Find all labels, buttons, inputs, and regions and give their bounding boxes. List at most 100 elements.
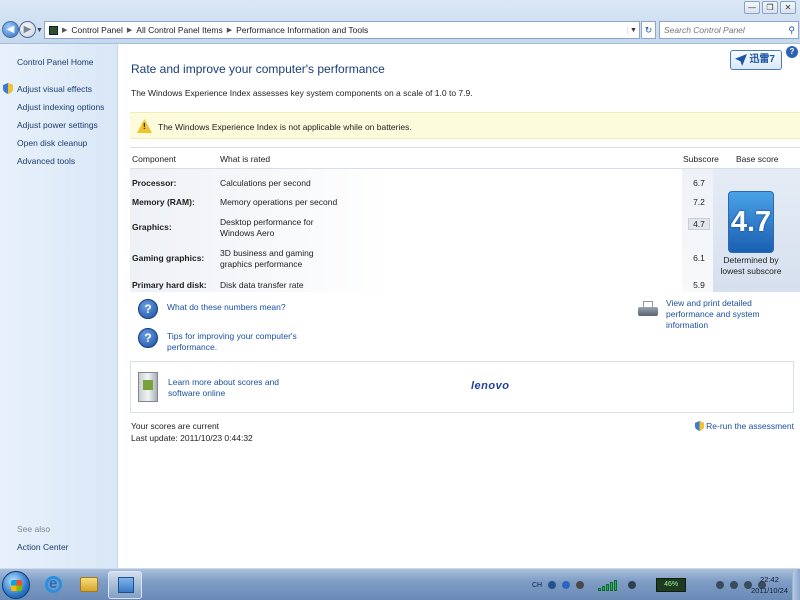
main-content: ? 迅雷7 Rate and improve your computer's p… xyxy=(118,44,800,568)
refresh-button[interactable]: ↻ xyxy=(641,21,656,39)
refresh-icon: ↻ xyxy=(644,25,653,35)
what-rated: 3D business and gaming graphics performa… xyxy=(220,248,314,269)
shield-icon xyxy=(695,421,705,431)
search-box[interactable]: ⚲ xyxy=(659,21,799,39)
page-title: Rate and improve your computer's perform… xyxy=(131,62,385,76)
window-chrome: — ❐ ✕ ◀ ▶ ▼ ▶ Control Panel ▶ All Contro… xyxy=(0,0,800,44)
nav-open-disk-cleanup[interactable]: Open disk cleanup xyxy=(17,138,104,156)
printer-icon xyxy=(638,301,658,319)
left-nav-pane: Control Panel Home Adjust visual effects… xyxy=(0,44,118,568)
xunlei-bird-icon xyxy=(735,54,747,66)
subscore-value: 5.9 xyxy=(693,280,705,290)
component-name: Primary hard disk: xyxy=(132,280,207,290)
restore-button[interactable]: ❐ xyxy=(762,1,778,14)
nav-adjust-indexing[interactable]: Adjust indexing options xyxy=(17,102,104,120)
control-panel-icon xyxy=(49,25,58,35)
what-rated: Memory operations per second xyxy=(220,197,338,207)
learn-more-link[interactable]: Learn more about scores and software onl… xyxy=(168,377,298,399)
component-name: Memory (RAM): xyxy=(132,197,195,207)
task-list: Adjust visual effects Adjust indexing op… xyxy=(3,83,104,174)
start-button[interactable] xyxy=(2,571,30,599)
window-controls: — ❐ ✕ xyxy=(744,1,796,14)
clock-date: 2011/10/24 xyxy=(751,586,788,595)
table-header: Component What is rated Subscore Base sc… xyxy=(130,147,800,169)
header-component: Component xyxy=(132,154,176,164)
chevron-down-icon: ▼ xyxy=(36,27,43,34)
tips-row[interactable]: ? Tips for improving your computer's per… xyxy=(138,328,297,353)
see-also-heading: See also xyxy=(17,524,51,534)
arrow-left-icon: ◀ xyxy=(6,24,15,35)
subscore-value: 6.7 xyxy=(693,178,705,188)
control-panel-icon xyxy=(118,577,134,593)
clock-time: 22:42 xyxy=(760,575,779,584)
back-button[interactable]: ◀ xyxy=(2,21,19,38)
search-input[interactable] xyxy=(664,25,782,35)
folder-icon xyxy=(80,577,98,592)
flag-icon[interactable] xyxy=(716,581,725,589)
close-button[interactable]: ✕ xyxy=(780,1,796,14)
print-row[interactable]: View and print detailed performance and … xyxy=(638,298,796,331)
component-name: Gaming graphics: xyxy=(132,253,205,263)
what-rated: Disk data transfer rate xyxy=(220,280,304,290)
taskbar: CH 46% 22:42 2011/10/24 xyxy=(0,568,800,600)
question-icon: ? xyxy=(138,299,158,319)
subscore-value: 7.2 xyxy=(693,197,705,207)
control-panel-home-link[interactable]: Control Panel Home xyxy=(17,57,94,67)
subscore-value: 6.1 xyxy=(693,253,705,263)
xunlei-badge[interactable]: 迅雷7 xyxy=(730,50,782,70)
antenna-icon[interactable] xyxy=(628,581,637,589)
chevron-right-icon[interactable]: ▶ xyxy=(127,26,132,34)
lenovo-logo: lenovo xyxy=(471,380,510,392)
header-base-score: Base score xyxy=(736,154,779,164)
nav-advanced-tools[interactable]: Advanced tools xyxy=(17,156,104,174)
breadcrumb-performance[interactable]: Performance Information and Tools xyxy=(236,25,368,35)
intro-text: The Windows Experience Index assesses ke… xyxy=(131,88,473,98)
nav-adjust-power[interactable]: Adjust power settings xyxy=(17,120,104,138)
power-icon[interactable] xyxy=(730,581,739,589)
forward-button[interactable]: ▶ xyxy=(19,21,36,38)
breadcrumb-control-panel[interactable]: Control Panel xyxy=(71,25,123,35)
internet-explorer-icon xyxy=(45,575,62,593)
software-box-icon xyxy=(138,372,158,402)
numbers-help-row[interactable]: ? What do these numbers mean? xyxy=(138,299,286,319)
subscore-value-lowest: 4.7 xyxy=(688,218,710,230)
warning-message: The Windows Experience Index is not appl… xyxy=(158,122,412,132)
clock[interactable]: 22:42 2011/10/24 xyxy=(751,574,788,596)
chevron-right-icon[interactable]: ▶ xyxy=(62,26,67,34)
address-bar[interactable]: ▶ Control Panel ▶ All Control Panel Item… xyxy=(44,21,640,39)
header-subscore: Subscore xyxy=(683,154,719,164)
score-table: Component What is rated Subscore Base sc… xyxy=(130,147,800,292)
action-center-link[interactable]: Action Center xyxy=(17,542,69,552)
show-desktop-button[interactable] xyxy=(792,569,800,600)
nav-adjust-visual-effects[interactable]: Adjust visual effects xyxy=(3,83,104,102)
help-icon[interactable]: ? xyxy=(786,46,798,58)
battery-indicator[interactable]: 46% xyxy=(656,578,687,592)
recent-pages-dropdown[interactable]: ▼ xyxy=(36,27,43,34)
nav-item-label: Adjust visual effects xyxy=(17,84,92,94)
question-icon: ? xyxy=(138,328,158,348)
table-body xyxy=(130,169,713,292)
what-numbers-link[interactable]: What do these numbers mean? xyxy=(167,299,286,313)
language-indicator[interactable]: CH xyxy=(532,582,542,589)
last-update-text: Last update: 2011/10/23 0:44:32 xyxy=(131,433,253,443)
taskbar-control-panel[interactable] xyxy=(108,571,142,599)
search-icon[interactable]: ⚲ xyxy=(788,25,795,36)
warning-icon: ! xyxy=(137,119,152,133)
xunlei-label: 迅雷7 xyxy=(749,54,775,65)
address-dropdown-icon[interactable]: ▼ xyxy=(627,26,639,34)
arrow-right-icon: ▶ xyxy=(23,24,32,35)
breadcrumb-all-items[interactable]: All Control Panel Items xyxy=(136,25,222,35)
help-tray-icon[interactable] xyxy=(562,581,571,589)
tips-link[interactable]: Tips for improving your computer's perfo… xyxy=(167,328,297,353)
app-tray-icon[interactable] xyxy=(576,581,585,589)
taskbar-ie[interactable] xyxy=(36,571,70,599)
base-score-note: Determined by lowest subscore xyxy=(720,255,782,276)
view-print-link[interactable]: View and print detailed performance and … xyxy=(666,298,796,331)
taskbar-explorer[interactable] xyxy=(72,571,106,599)
keyboard-icon[interactable] xyxy=(548,581,557,589)
minimize-button[interactable]: — xyxy=(744,1,760,14)
wireless-signal-icon[interactable] xyxy=(598,579,622,591)
rerun-assessment-link[interactable]: Re-run the assessment xyxy=(695,421,794,431)
chevron-right-icon[interactable]: ▶ xyxy=(227,26,232,34)
header-what-rated: What is rated xyxy=(220,154,271,164)
